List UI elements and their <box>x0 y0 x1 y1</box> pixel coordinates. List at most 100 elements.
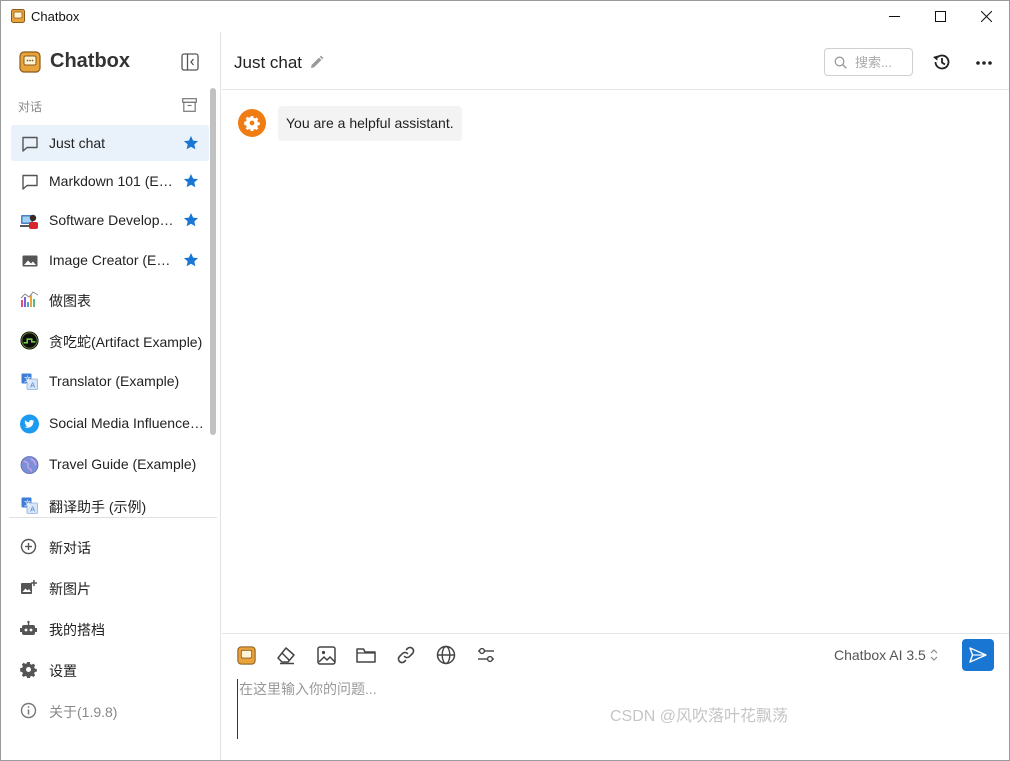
brand-name: Chatbox <box>50 50 130 72</box>
settings-label: 设置 <box>49 663 77 679</box>
search-input[interactable] <box>855 54 910 70</box>
close-button[interactable] <box>963 1 1009 32</box>
maximize-icon <box>934 11 946 22</box>
conversation-label: Social Media Influencer (Example) <box>49 415 205 431</box>
star-icon[interactable] <box>183 173 199 189</box>
chat-bubble-icon <box>20 134 39 153</box>
system-avatar <box>238 109 266 137</box>
more-options-icon[interactable] <box>974 53 994 73</box>
message-input[interactable] <box>237 679 977 739</box>
chat-panel: Just chat You are a helpful assistant. <box>222 32 1009 760</box>
about-button[interactable]: 关于(1.9.8) <box>11 692 211 728</box>
clear-context-button[interactable] <box>275 644 297 666</box>
conversation-item-travel-guide[interactable]: Travel Guide (Example) <box>11 446 209 482</box>
globe-avatar-icon <box>20 455 39 474</box>
app-window: Chatbox Chatbox 对话 Just chat Markdown 10… <box>0 0 1010 761</box>
new-chat-button[interactable]: 新对话 <box>11 528 211 564</box>
chatbox-logo-icon <box>19 50 41 73</box>
gear-icon <box>20 662 37 678</box>
composer: Chatbox AI 3.5 <box>222 633 1009 760</box>
model-selector[interactable]: Chatbox AI 3.5 <box>834 647 926 663</box>
close-icon <box>980 11 992 22</box>
conversation-label: Travel Guide (Example) <box>49 456 197 472</box>
attach-image-button[interactable] <box>315 644 337 666</box>
sliders-icon <box>478 647 494 663</box>
chevron-up-down-icon[interactable] <box>929 647 939 663</box>
link-icon <box>397 646 415 664</box>
add-image-icon <box>21 580 37 594</box>
image-icon <box>20 251 39 270</box>
new-image-button[interactable]: 新图片 <box>11 569 211 605</box>
conversation-item-markdown[interactable]: Markdown 101 (Example) <box>11 163 209 199</box>
send-button[interactable] <box>962 639 994 671</box>
conversation-label: Image Creator (Example) <box>49 252 177 268</box>
conversation-item-translator[interactable]: 文 A Translator (Example) <box>11 363 209 399</box>
conversation-label: Markdown 101 (Example) <box>49 173 177 189</box>
send-icon <box>969 647 987 663</box>
conversation-item-just-chat[interactable]: Just chat <box>11 125 209 161</box>
conversation-item-snake-game[interactable]: 贪吃蛇(Artifact Example) <box>11 322 209 358</box>
chat-header: Just chat <box>222 32 1009 90</box>
edit-pencil-icon[interactable] <box>309 55 324 70</box>
about-label: 关于(1.9.8) <box>49 704 118 720</box>
watermark: CSDN @风吹落叶花飘荡 <box>610 708 789 725</box>
chart-avatar-icon <box>20 290 39 309</box>
brand: Chatbox <box>19 50 130 73</box>
sidebar-divider <box>9 517 217 518</box>
conversation-label: Software Developer (Example) <box>49 212 177 228</box>
archive-icon[interactable] <box>182 98 197 112</box>
chatbox-logo-icon <box>236 645 256 665</box>
maximize-button[interactable] <box>917 1 963 32</box>
sidebar: Chatbox 对话 Just chat Markdown 101 (Exa S… <box>1 32 221 760</box>
sidebar-scrollbar[interactable] <box>210 88 216 435</box>
globe-icon <box>436 645 456 665</box>
window-title: Chatbox <box>31 9 80 24</box>
robot-icon <box>20 620 37 635</box>
attach-link-button[interactable] <box>395 644 417 666</box>
attach-file-button[interactable] <box>355 644 377 666</box>
settings-button[interactable]: 设置 <box>11 651 211 687</box>
chatbox-mode-button[interactable] <box>235 644 257 666</box>
conversation-label: Just chat <box>49 135 106 151</box>
conversation-item-software-developer[interactable]: Software Developer (Example) <box>11 202 209 238</box>
app-logo-icon <box>11 9 25 23</box>
star-icon[interactable] <box>183 212 199 228</box>
system-message: You are a helpful assistant. <box>278 106 462 141</box>
conversation-label: 翻译助手 (示例) <box>49 499 147 515</box>
conversation-item-social-media[interactable]: Social Media Influencer (Example) <box>11 405 209 441</box>
conversation-item-image-creator[interactable]: Image Creator (Example) <box>11 242 209 278</box>
minimize-button[interactable] <box>871 1 917 32</box>
eraser-icon <box>277 647 295 665</box>
twitter-avatar-icon <box>20 414 39 433</box>
title-bar: Chatbox <box>1 1 1009 32</box>
svg-text:A: A <box>30 506 35 514</box>
my-copilots-label: 我的搭档 <box>49 622 105 638</box>
star-icon[interactable] <box>183 252 199 268</box>
conversation-label: 做图表 <box>49 293 91 309</box>
add-circle-icon <box>20 538 37 555</box>
search-icon <box>834 56 847 69</box>
gear-icon <box>244 115 260 131</box>
translate-avatar-icon: 文 A <box>20 372 39 391</box>
star-icon[interactable] <box>183 135 199 151</box>
collapse-sidebar-icon[interactable] <box>181 53 199 71</box>
info-icon <box>20 702 37 719</box>
minimize-icon <box>888 16 900 17</box>
web-browsing-button[interactable] <box>435 644 457 666</box>
developer-avatar-icon <box>20 211 39 230</box>
folder-icon <box>356 647 376 663</box>
new-image-label: 新图片 <box>49 581 91 597</box>
chat-settings-button[interactable] <box>475 644 497 666</box>
snake-game-avatar-icon <box>20 331 39 350</box>
image-icon <box>316 645 336 665</box>
conversation-item-charts[interactable]: 做图表 <box>11 281 209 317</box>
chat-title: Just chat <box>234 53 303 72</box>
new-chat-label: 新对话 <box>49 540 91 556</box>
conversation-label: 贪吃蛇(Artifact Example) <box>49 334 203 350</box>
chat-bubble-icon <box>20 172 39 191</box>
conversation-label: Translator (Example) <box>49 373 180 389</box>
my-copilots-button[interactable]: 我的搭档 <box>11 610 211 646</box>
history-icon[interactable] <box>932 52 952 72</box>
search-box[interactable] <box>824 48 913 76</box>
conversations-section-label: 对话 <box>18 100 43 114</box>
